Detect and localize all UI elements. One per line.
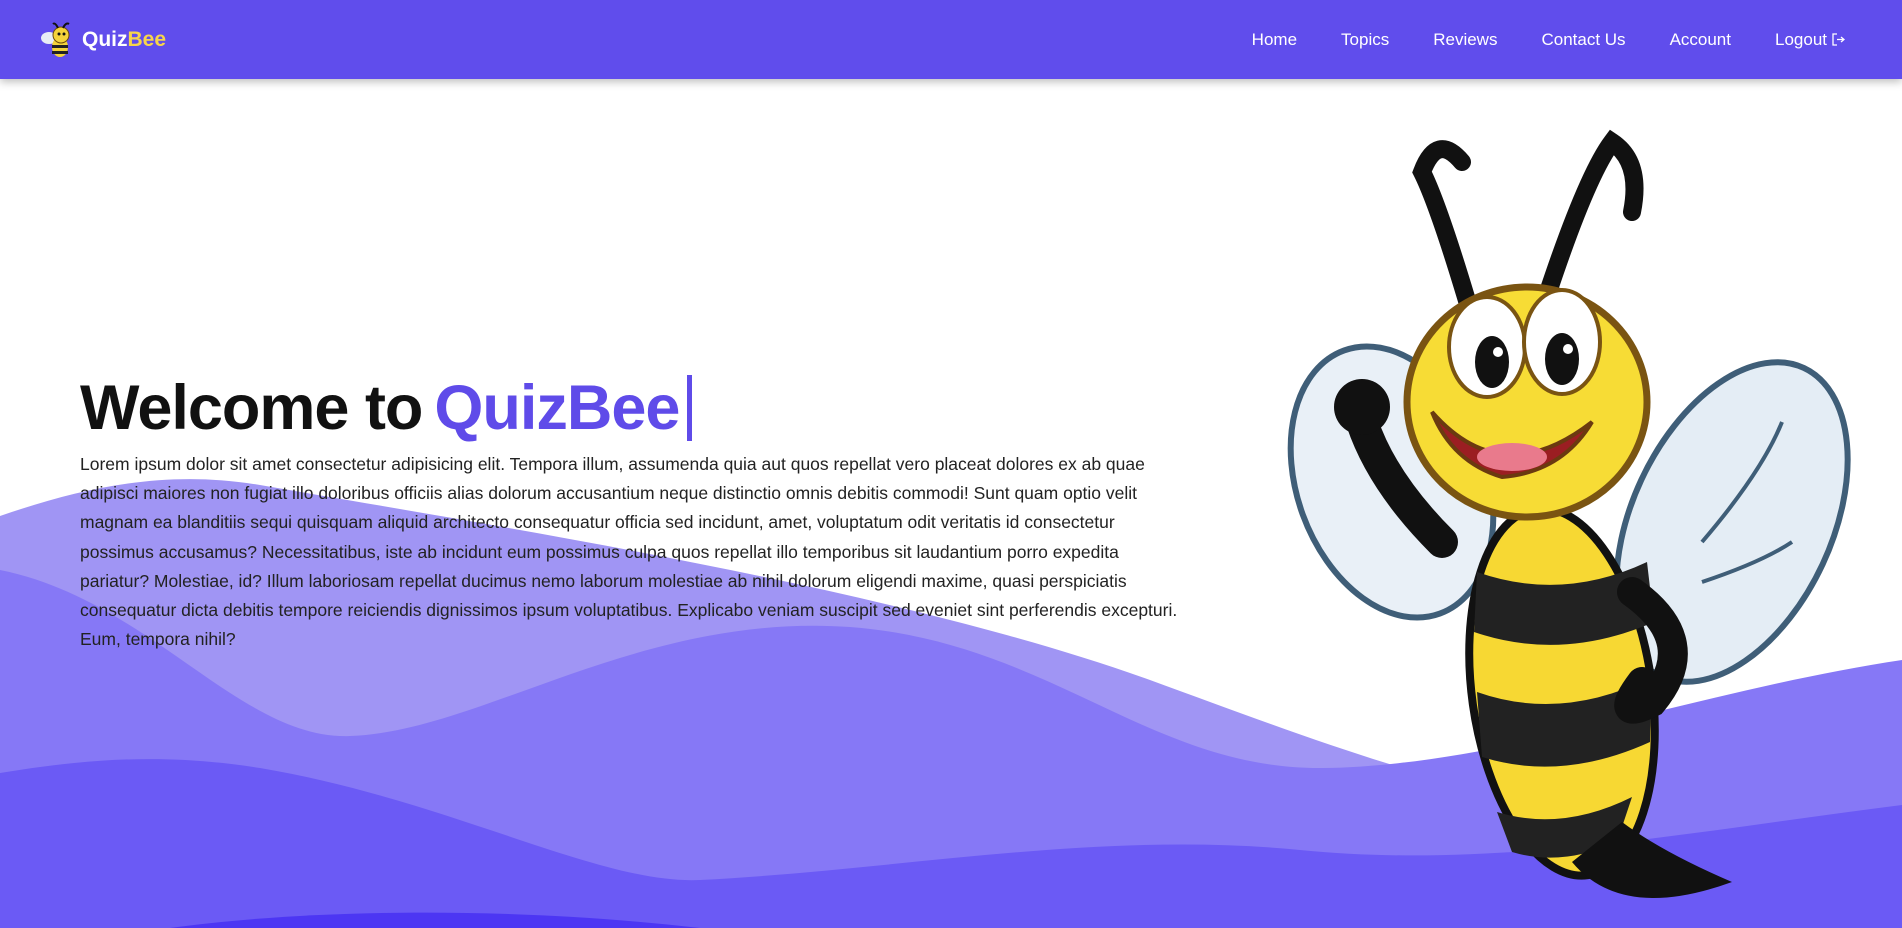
- nav-home[interactable]: Home: [1252, 30, 1297, 50]
- brand-name-bee: Bee: [127, 27, 167, 51]
- brand-logo[interactable]: Quiz Bee: [40, 20, 166, 60]
- hero-description: Lorem ipsum dolor sit amet consectetur a…: [80, 454, 1178, 650]
- nav-menu: Home Topics Reviews Contact Us Account L…: [1252, 30, 1845, 50]
- logout-label: Logout: [1775, 29, 1827, 49]
- brand-name-quiz: Quiz: [82, 27, 128, 51]
- title-prefix: Welcome to: [80, 373, 423, 443]
- logout-icon: [1832, 33, 1845, 46]
- hero-section: Welcome to QuizBee Lorem ipsum dolor sit …: [80, 372, 1180, 654]
- nav-reviews[interactable]: Reviews: [1433, 30, 1497, 50]
- nav-topics[interactable]: Topics: [1341, 30, 1389, 50]
- bee-mascot-image: [1287, 129, 1851, 898]
- nav-account[interactable]: Account: [1670, 30, 1731, 50]
- nav-logout[interactable]: Logout: [1775, 30, 1845, 50]
- page-title: Welcome to QuizBee: [80, 372, 1180, 444]
- title-brand: QuizBee: [434, 373, 680, 443]
- bee-logo-icon: [41, 22, 70, 57]
- typing-cursor: [687, 375, 693, 441]
- nav-contact-us[interactable]: Contact Us: [1541, 30, 1625, 50]
- navbar: Quiz Bee Home Topics Reviews Contact Us A…: [0, 0, 1902, 79]
